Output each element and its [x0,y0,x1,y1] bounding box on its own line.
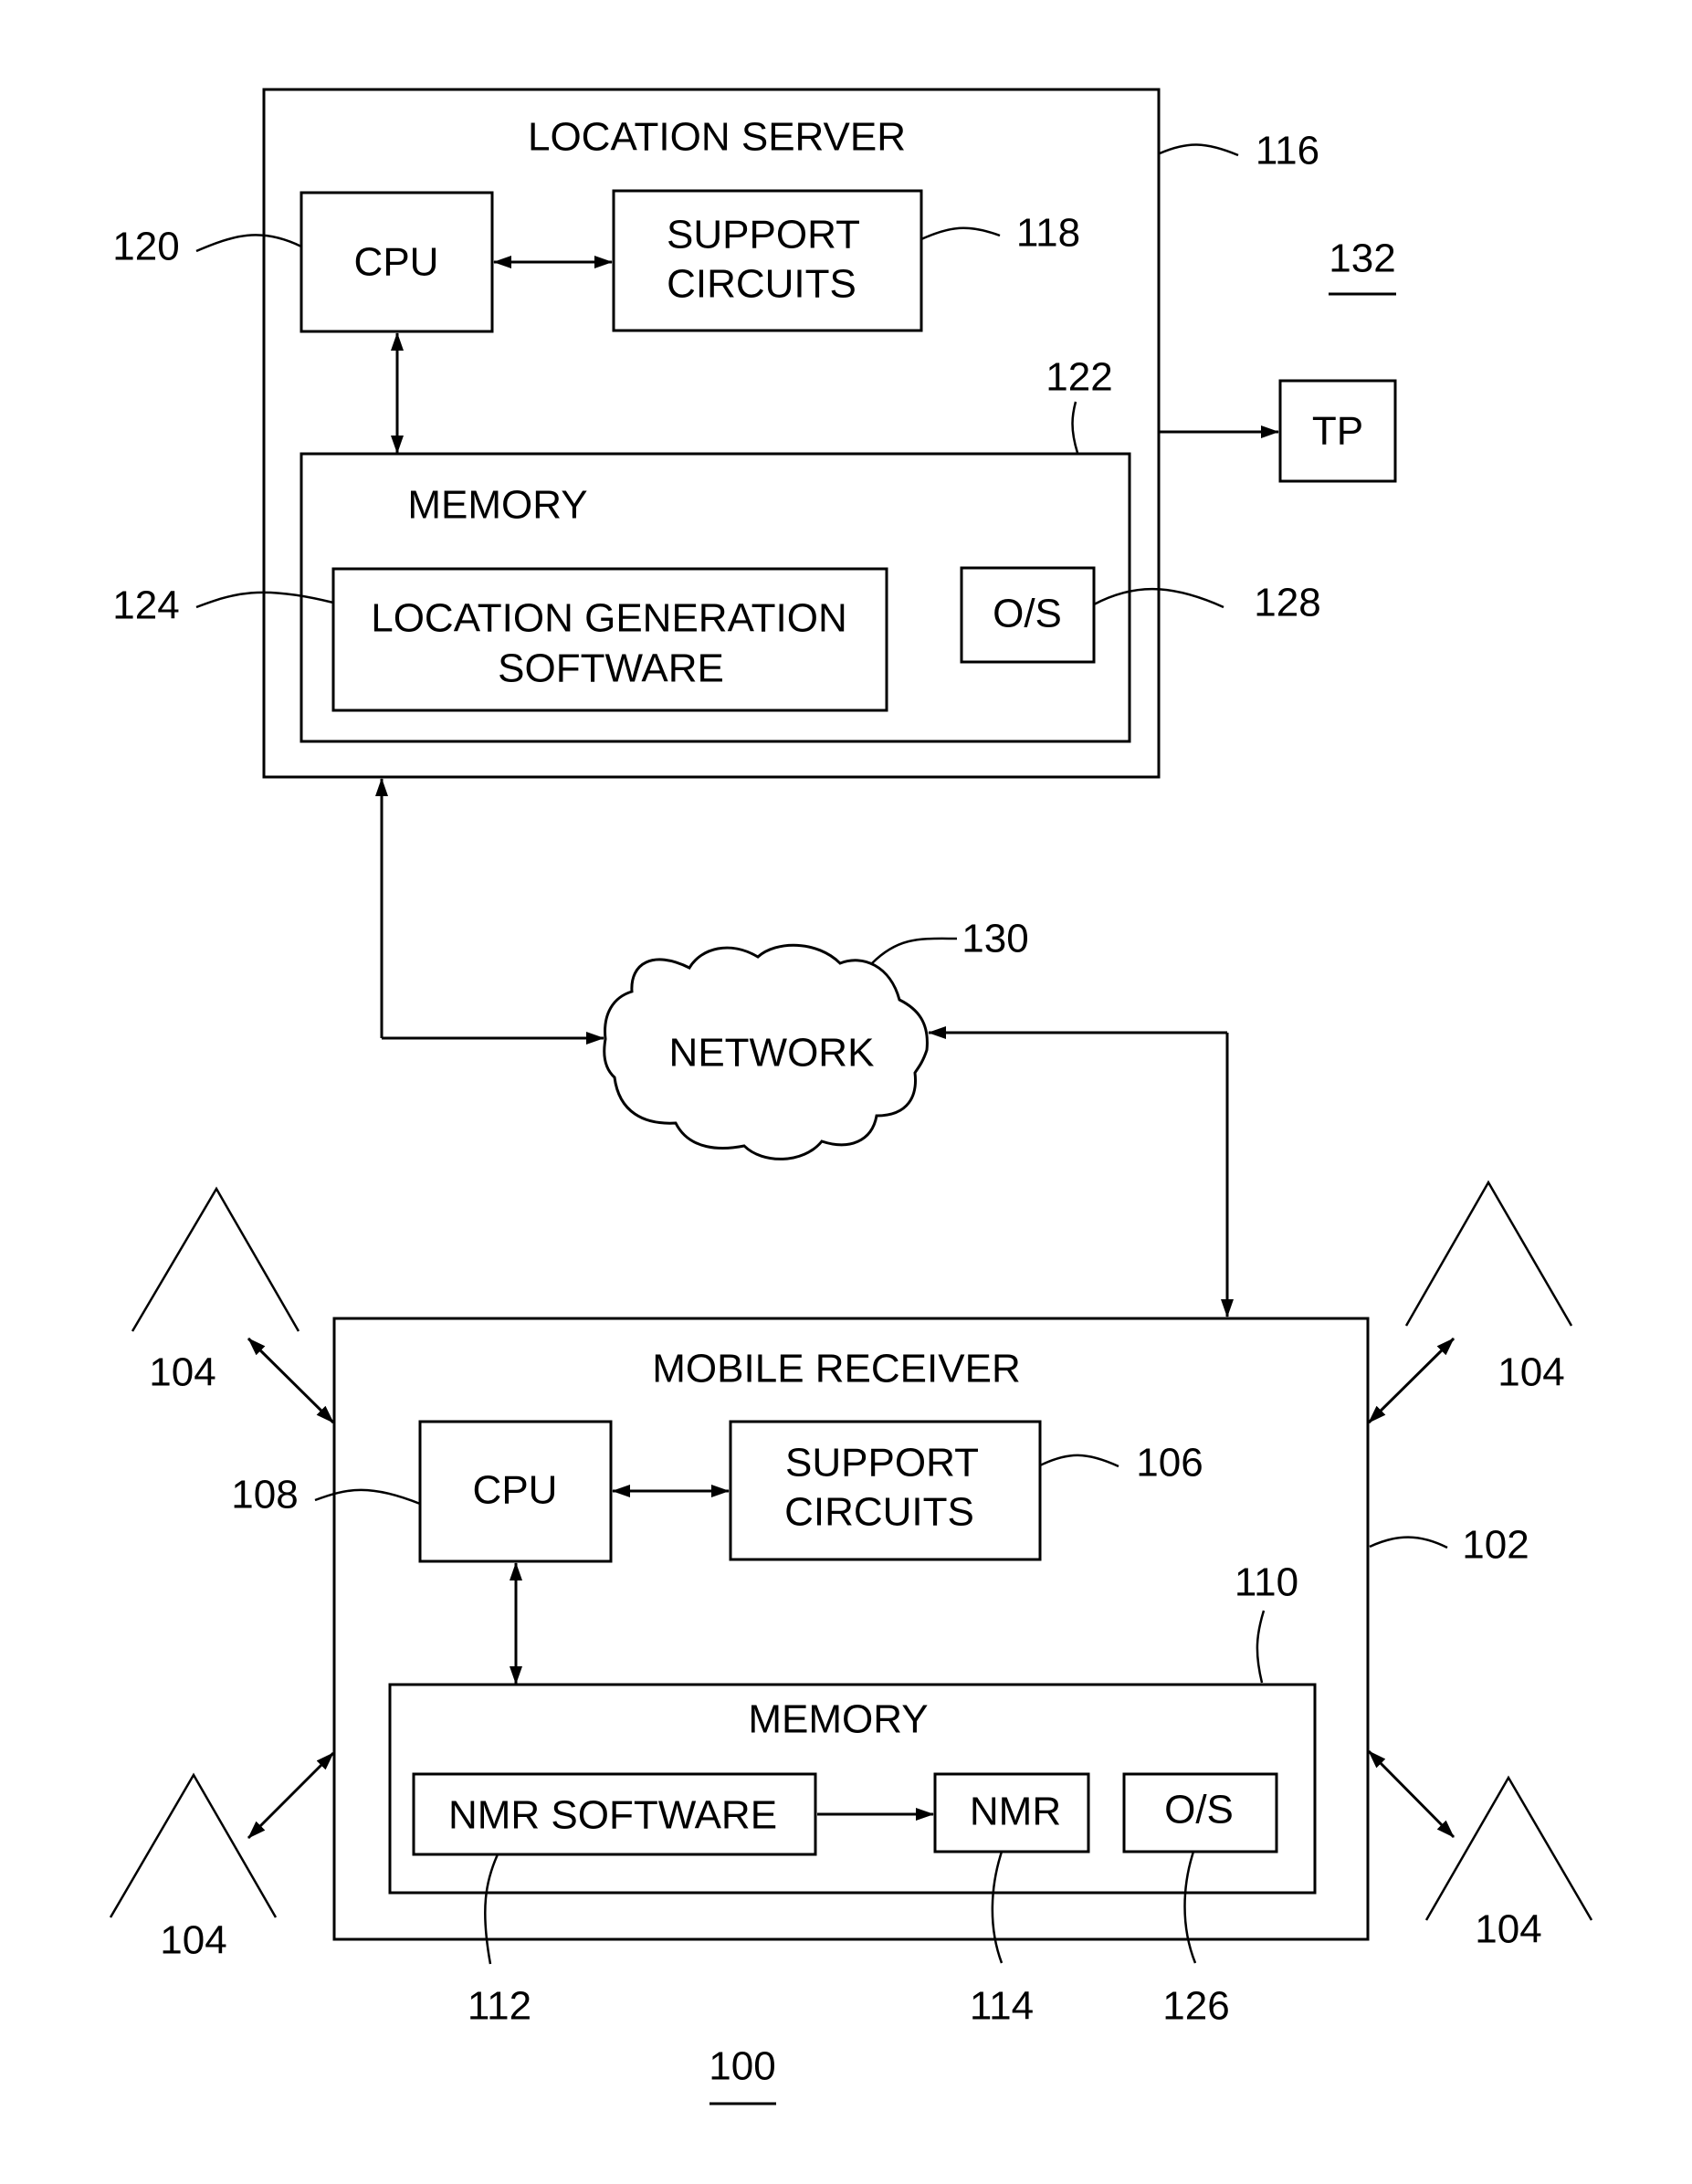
ref-116: 116 [1256,129,1319,173]
mobile-receiver: MOBILE RECEIVER CPU SUPPORT CIRCUITS MEM… [332,1317,1370,1941]
server-cpu-label: CPU [354,240,439,285]
antenna-icon [1404,1180,1573,1327]
antenna-link-arrow [1367,1337,1456,1424]
ref-106: 106 [1136,1441,1203,1486]
ref-120: 120 [112,225,179,269]
ref-122: 122 [1046,355,1112,400]
leader-102 [1369,1536,1448,1549]
network-label: NETWORK [669,1031,875,1076]
server-memory-label: MEMORY [407,483,587,528]
ref-104: 104 [160,1918,226,1963]
ref-112: 112 [468,1984,531,2029]
ref-114: 114 [970,1984,1034,2029]
server-support-label-2: CIRCUITS [667,262,857,307]
nmr-label: NMR [970,1790,1061,1834]
mobile-receiver-title: MOBILE RECEIVER [652,1347,1020,1391]
antenna-top-right: 104 [1367,1180,1573,1424]
location-server: LOCATION SERVER CPU SUPPORT CIRCUITS MEM… [262,88,1161,779]
antenna-link-arrow [247,1337,335,1424]
mobile-cpu-label: CPU [473,1468,558,1513]
leader-130 [871,937,958,964]
mobile-support-label-2: CIRCUITS [784,1490,974,1535]
mobile-support-label-1: SUPPORT [785,1441,979,1486]
antenna-bottom-left: 104 [109,1751,335,1963]
nmr-software-label: NMR SOFTWARE [448,1793,777,1838]
tp-block: TP [1160,379,1397,483]
server-os-label: O/S [993,592,1062,636]
ref-104: 104 [149,1350,215,1395]
network: NETWORK 130 [375,778,1234,1318]
mobile-memory-label: MEMORY [748,1697,928,1742]
ref-104: 104 [1475,1907,1541,1952]
mobile-os-label: O/S [1164,1788,1234,1832]
lgs-label-1: LOCATION GENERATION [371,596,847,641]
ref-126: 126 [1162,1984,1229,2029]
ref-110: 110 [1235,1560,1298,1605]
ref-128: 128 [1254,581,1320,625]
ref-108: 108 [231,1473,298,1517]
ref-102: 102 [1462,1523,1529,1568]
tp-label: TP [1312,409,1363,454]
lgs-label-2: SOFTWARE [498,646,724,691]
ref-132: 132 [1329,236,1395,281]
location-server-title: LOCATION SERVER [528,115,906,160]
antenna-link-arrow [1367,1749,1456,1839]
system-block-diagram: LOCATION SERVER CPU SUPPORT CIRCUITS MEM… [109,88,1593,2105]
antenna-icon [1424,1775,1593,1921]
ref-124: 124 [112,583,179,628]
ref-118: 118 [1016,211,1080,256]
server-support-label-1: SUPPORT [667,213,860,257]
antenna-bottom-right: 104 [1367,1749,1593,1952]
ref-100: 100 [709,2044,775,2089]
leader-116 [1159,143,1239,157]
antenna-link-arrow [247,1751,335,1840]
antenna-top-left: 104 [131,1186,335,1424]
antenna-icon [131,1186,300,1332]
antenna-icon [109,1772,278,1918]
ref-104: 104 [1498,1350,1564,1395]
ref-130: 130 [962,917,1028,961]
